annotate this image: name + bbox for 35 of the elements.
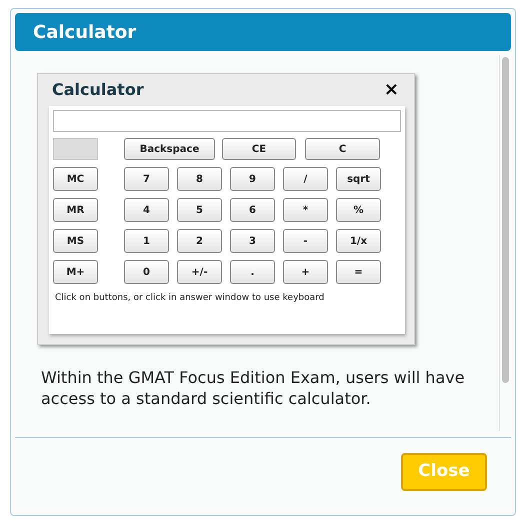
calculator-key[interactable]: - xyxy=(283,229,328,253)
dialog-title: Calculator xyxy=(33,20,136,44)
memory-key[interactable]: MC xyxy=(53,167,98,191)
calculator-key[interactable]: 5 xyxy=(177,198,222,222)
calculator-key[interactable]: C xyxy=(305,138,380,160)
memory-key[interactable]: MR xyxy=(53,198,98,222)
calculator-key[interactable]: +/- xyxy=(177,260,222,284)
calculator-key[interactable]: % xyxy=(336,198,381,222)
calculator-title: Calculator xyxy=(51,79,144,101)
calculator-key[interactable]: 7 xyxy=(124,167,169,191)
calculator-key[interactable]: = xyxy=(336,260,381,284)
calculator-key[interactable]: 1 xyxy=(124,229,169,253)
memory-indicator xyxy=(53,138,98,160)
calculator-key[interactable]: 0 xyxy=(124,260,169,284)
memory-key[interactable]: M+ xyxy=(53,260,98,284)
calculator-key[interactable]: * xyxy=(283,198,328,222)
calculator-key[interactable]: sqrt xyxy=(336,167,381,191)
calculator-key[interactable]: 2 xyxy=(177,229,222,253)
calculator-key[interactable]: Backspace xyxy=(124,138,215,160)
scrollbar[interactable] xyxy=(499,55,511,431)
body-text: Within the GMAT Focus Edition Exam, users will have access to a standard scientific calculator. xyxy=(40,367,466,409)
calculator-key[interactable]: + xyxy=(283,260,328,284)
memory-key[interactable]: MS xyxy=(53,229,98,253)
calculator-key[interactable]: 9 xyxy=(230,167,275,191)
close-icon[interactable]: × xyxy=(384,81,403,99)
calculator-key[interactable]: 4 xyxy=(124,198,169,222)
calculator-hint: Click on buttons, or click in answer window to use keyboard xyxy=(54,292,326,305)
calculator-key[interactable]: 3 xyxy=(230,229,275,253)
calculator-key[interactable]: 8 xyxy=(177,167,222,191)
calculator-key[interactable]: . xyxy=(230,260,275,284)
calculator-key[interactable]: 1/x xyxy=(336,229,381,253)
display-field[interactable] xyxy=(53,110,401,132)
calculator-key[interactable]: 6 xyxy=(230,198,275,222)
calculator-key[interactable]: CE xyxy=(222,138,296,160)
calculator-key[interactable]: / xyxy=(283,167,328,191)
